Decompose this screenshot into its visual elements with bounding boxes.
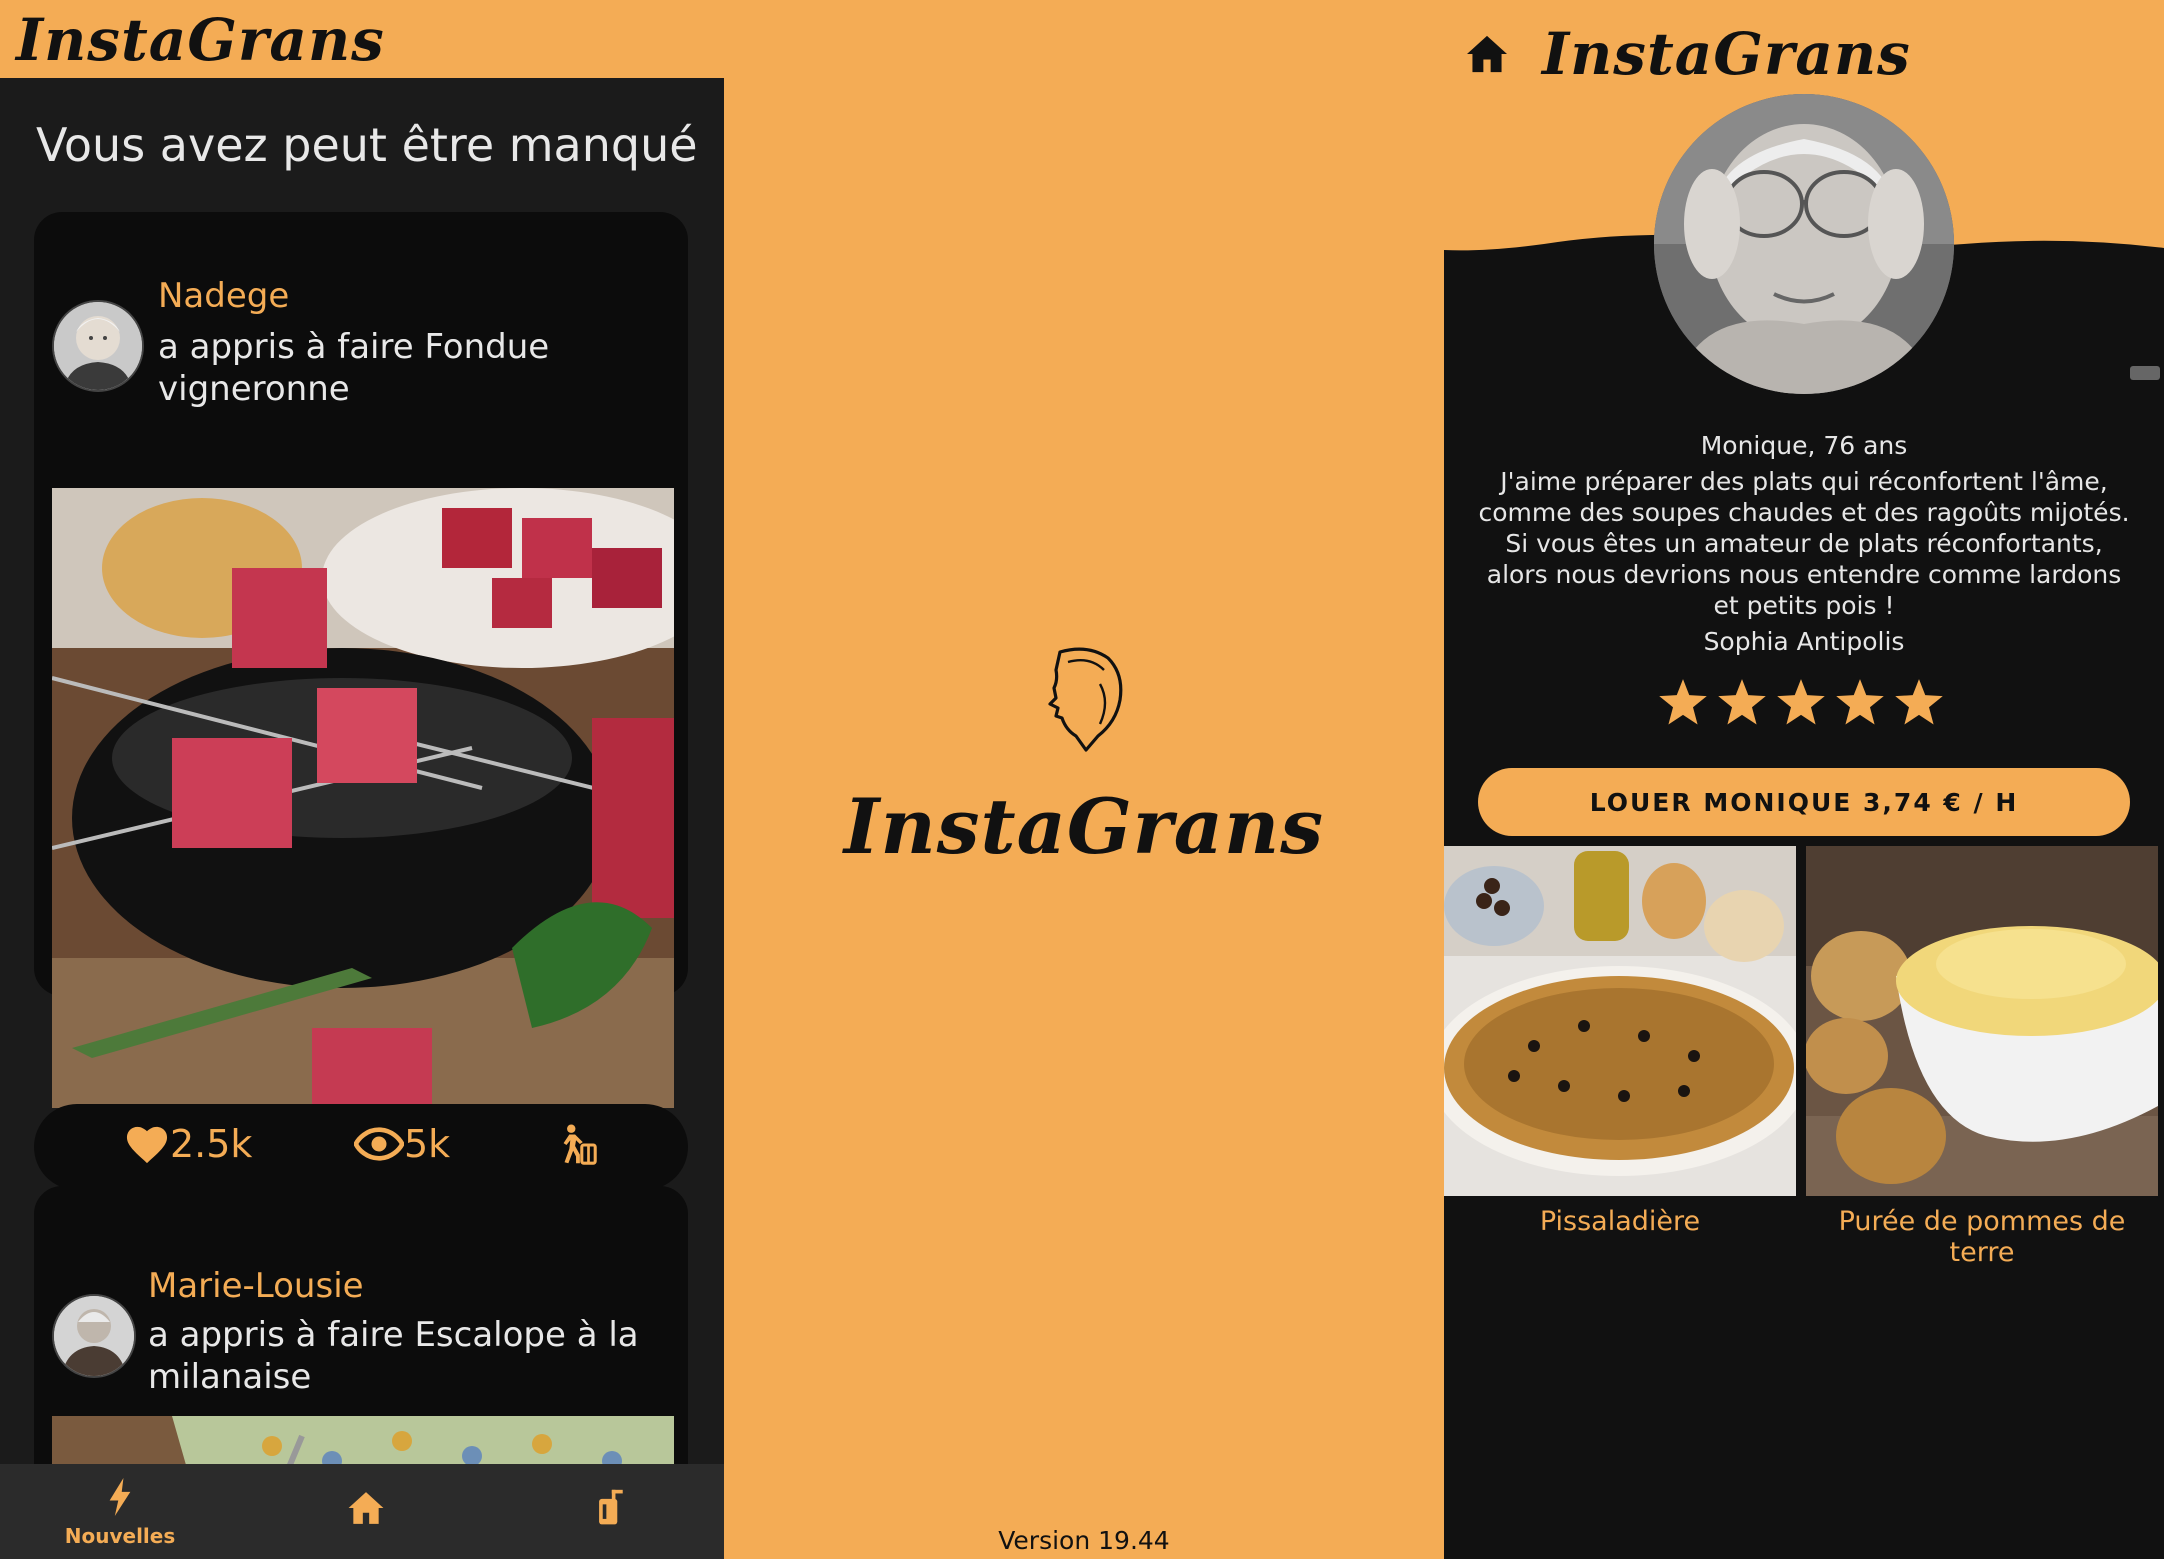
app-title: InstaGrans bbox=[1542, 20, 1911, 88]
nav-home[interactable] bbox=[326, 1478, 406, 1530]
app-title: InstaGrans bbox=[16, 6, 385, 74]
profile-location: Sophia Antipolis bbox=[1703, 627, 1905, 656]
star-rating bbox=[1658, 678, 1944, 726]
star-icon bbox=[1895, 679, 1943, 725]
post-author[interactable]: Nadege bbox=[158, 276, 289, 316]
post-photo bbox=[52, 488, 674, 1108]
dish-photo bbox=[1806, 846, 2158, 1196]
feed-card[interactable]: Nadege a appris à faire Fondue vigneronn… bbox=[34, 212, 688, 1108]
version-label: Version 19.44 bbox=[998, 1526, 1170, 1555]
post-action-bar: 2.5k 5k bbox=[34, 1104, 688, 1190]
post-activity: a appris à faire Fondue vigneronne bbox=[158, 327, 550, 409]
scroll-indicator[interactable] bbox=[2130, 366, 2160, 380]
star-icon bbox=[1836, 679, 1884, 725]
rent-button[interactable]: LOUER MONIQUE 3,74 € / H bbox=[1478, 768, 2130, 836]
splash-title: InstaGrans bbox=[843, 782, 1325, 871]
like-button[interactable]: 2.5k bbox=[124, 1122, 252, 1166]
star-icon bbox=[1777, 679, 1825, 725]
dish-photo bbox=[1444, 846, 1796, 1196]
elderly-person-icon bbox=[563, 1124, 597, 1165]
profile-photo bbox=[1654, 94, 1954, 394]
nav-news[interactable]: Nouvelles bbox=[60, 1478, 180, 1548]
avatar[interactable] bbox=[52, 1294, 136, 1378]
feed-screen: InstaGrans Vous avez peut être manqué Na… bbox=[0, 0, 724, 1559]
luggage-icon bbox=[599, 1489, 623, 1525]
profile-name-age: Monique, 76 ans bbox=[1700, 431, 1908, 460]
dish-card[interactable]: Purée de pommes de terre bbox=[1806, 846, 2158, 1268]
home-icon[interactable] bbox=[1464, 34, 1510, 74]
nav-news-label: Nouvelles bbox=[64, 1524, 176, 1548]
star-icon bbox=[1718, 679, 1766, 725]
eye-icon bbox=[354, 1127, 404, 1161]
avatar[interactable] bbox=[52, 300, 144, 392]
view-count: 5k bbox=[404, 1122, 451, 1166]
post-photo bbox=[52, 1416, 674, 1464]
dish-name: Purée de pommes de terre bbox=[1838, 1206, 2126, 1268]
rent-grandma-button[interactable] bbox=[554, 1122, 600, 1168]
splash-screen: InstaGrans Version 19.44 bbox=[724, 0, 1444, 1559]
dish-name: Pissaladière bbox=[1539, 1206, 1701, 1237]
feed-card[interactable]: Marie-Lousie a appris à faire Escalope à… bbox=[34, 1186, 688, 1464]
star-icon bbox=[1659, 679, 1707, 725]
feed-list[interactable]: Vous avez peut être manqué Nadege a appr… bbox=[0, 78, 724, 1464]
post-author[interactable]: Marie-Lousie bbox=[148, 1266, 364, 1306]
dish-card[interactable]: Pissaladière bbox=[1444, 846, 1796, 1237]
nav-rentals[interactable] bbox=[570, 1478, 650, 1532]
heart-icon bbox=[126, 1126, 168, 1164]
home-icon bbox=[348, 1492, 384, 1524]
profile-bio: J'aime préparer des plats qui réconforte… bbox=[1478, 467, 2130, 620]
lightning-icon bbox=[109, 1478, 131, 1516]
profile-screen: InstaGrans Monique, 76 ans J'aime prépar… bbox=[1444, 0, 2164, 1559]
grandma-profile-logo-icon bbox=[1048, 647, 1123, 752]
like-count: 2.5k bbox=[170, 1122, 253, 1166]
views-button[interactable]: 5k bbox=[354, 1122, 450, 1166]
section-title: Vous avez peut être manqué bbox=[36, 118, 698, 172]
post-activity: a appris à faire Escalope à la milanaise bbox=[148, 1315, 639, 1397]
bottom-navigation: Nouvelles bbox=[0, 1464, 724, 1559]
